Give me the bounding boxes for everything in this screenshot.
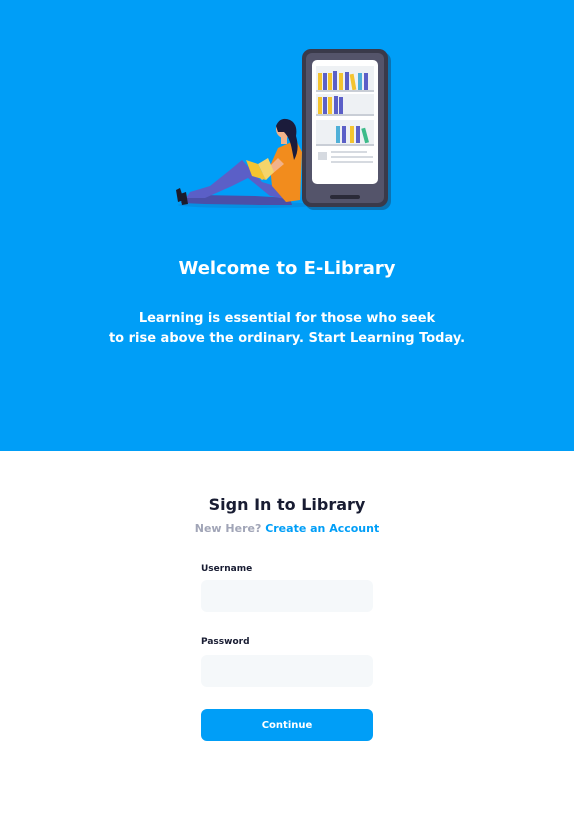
hero-subtitle: Learning is essential for those who seek… [0,309,574,349]
reading-illustration [176,49,391,210]
password-label: Password [201,637,250,647]
new-here-text: New Here? [194,522,262,535]
hero-subtitle-line2: to rise above the ordinary. Start Learni… [108,331,466,346]
hero-title: Welcome to E-Library [178,258,396,279]
hero-subtitle-line1: Learning is essential for those who seek [138,311,436,326]
continue-button[interactable]: Continue [201,709,373,741]
username-label: Username [201,564,253,574]
username-input[interactable] [201,580,373,612]
signup-prompt: New Here? Create an Account [0,521,574,537]
hero-banner: Welcome to E-Library Learning is essenti… [0,0,574,451]
signin-title: Sign In to Library [208,495,366,514]
create-account-link[interactable]: Create an Account [265,522,379,535]
password-input[interactable] [201,655,373,687]
